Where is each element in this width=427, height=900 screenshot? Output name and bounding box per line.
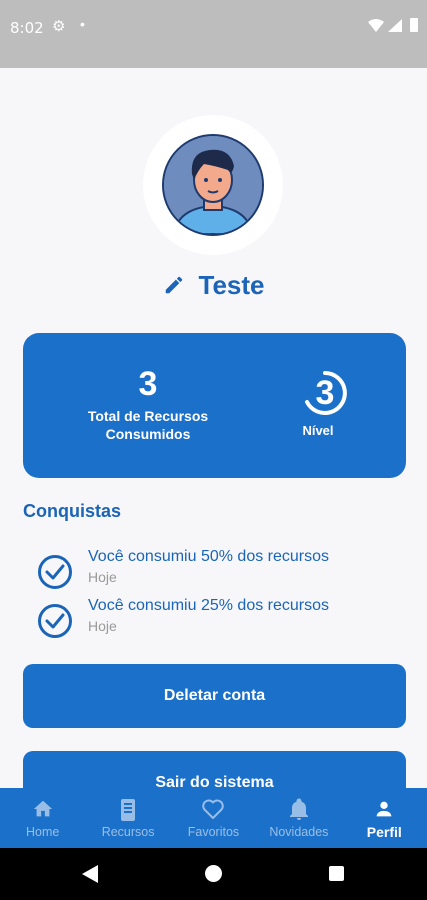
check-circle-icon [38,604,72,638]
back-icon[interactable] [82,865,98,883]
status-time: 8:02 [10,19,44,37]
battery-icon [410,18,418,32]
status-bar: 8:02 ⚙ • [0,0,427,68]
wifi-icon [368,19,384,32]
bottom-nav: Home Recursos Favoritos Novidades Perfil [0,788,427,848]
recents-icon[interactable] [329,866,344,881]
avatar [162,134,264,236]
level-label: Nível [302,423,334,438]
check-circle-icon [38,555,72,589]
total-resources-label: Total de Recursos Consumidos [87,408,209,442]
level-badge: 3 [301,369,349,417]
total-resources-value: 3 [138,365,158,403]
achievement-title: Você consumiu 25% dos recursos [88,597,330,614]
home-icon [33,800,52,817]
achievement-title: Você consumiu 50% dos recursos [88,548,330,565]
pencil-icon[interactable] [163,274,185,296]
nav-label: Novidades [269,825,329,839]
avatar-frame [143,115,283,255]
person-icon [376,801,392,817]
achievement-item: Você consumiu 50% dos recursos Hoje [37,548,397,592]
cellular-icon [388,19,402,32]
nav-item-novidades[interactable]: Novidades [256,788,341,848]
nav-label: Favoritos [187,825,240,839]
nav-item-perfil[interactable]: Perfil [342,788,427,848]
profile-name-row: Teste [0,268,427,302]
dot-icon: • [80,16,85,32]
level-value: 3 [315,374,335,412]
user-avatar-illustration [164,136,262,234]
gear-icon: ⚙ [52,18,66,35]
nav-item-favoritos[interactable]: Favoritos [171,788,256,848]
achievement-date: Hoje [88,618,117,634]
nav-item-recursos[interactable]: Recursos [85,788,170,848]
home-circle-icon[interactable] [205,865,222,882]
delete-account-button[interactable]: Deletar conta [23,664,406,728]
nav-item-home[interactable]: Home [0,788,85,848]
achievement-date: Hoje [88,569,117,585]
achievement-item: Você consumiu 25% dos recursos Hoje [37,597,397,641]
achievements-title: Conquistas [23,501,122,521]
profile-screen: Teste 3 Total de Recursos Consumidos 3 N… [0,68,427,788]
phone-icon [121,799,136,821]
total-resources-stat: 3 Total de Recursos Consumidos [63,365,233,443]
logout-button[interactable]: Sair do sistema [23,751,406,788]
nav-label: Perfil [366,824,402,840]
bell-icon [289,798,308,820]
heart-icon [202,799,225,819]
system-nav-bar [0,848,427,900]
nav-label: Recursos [101,825,155,839]
nav-label: Home [26,825,60,839]
stats-card: 3 Total de Recursos Consumidos 3 Nível [23,333,406,478]
profile-name: Teste [198,269,265,300]
